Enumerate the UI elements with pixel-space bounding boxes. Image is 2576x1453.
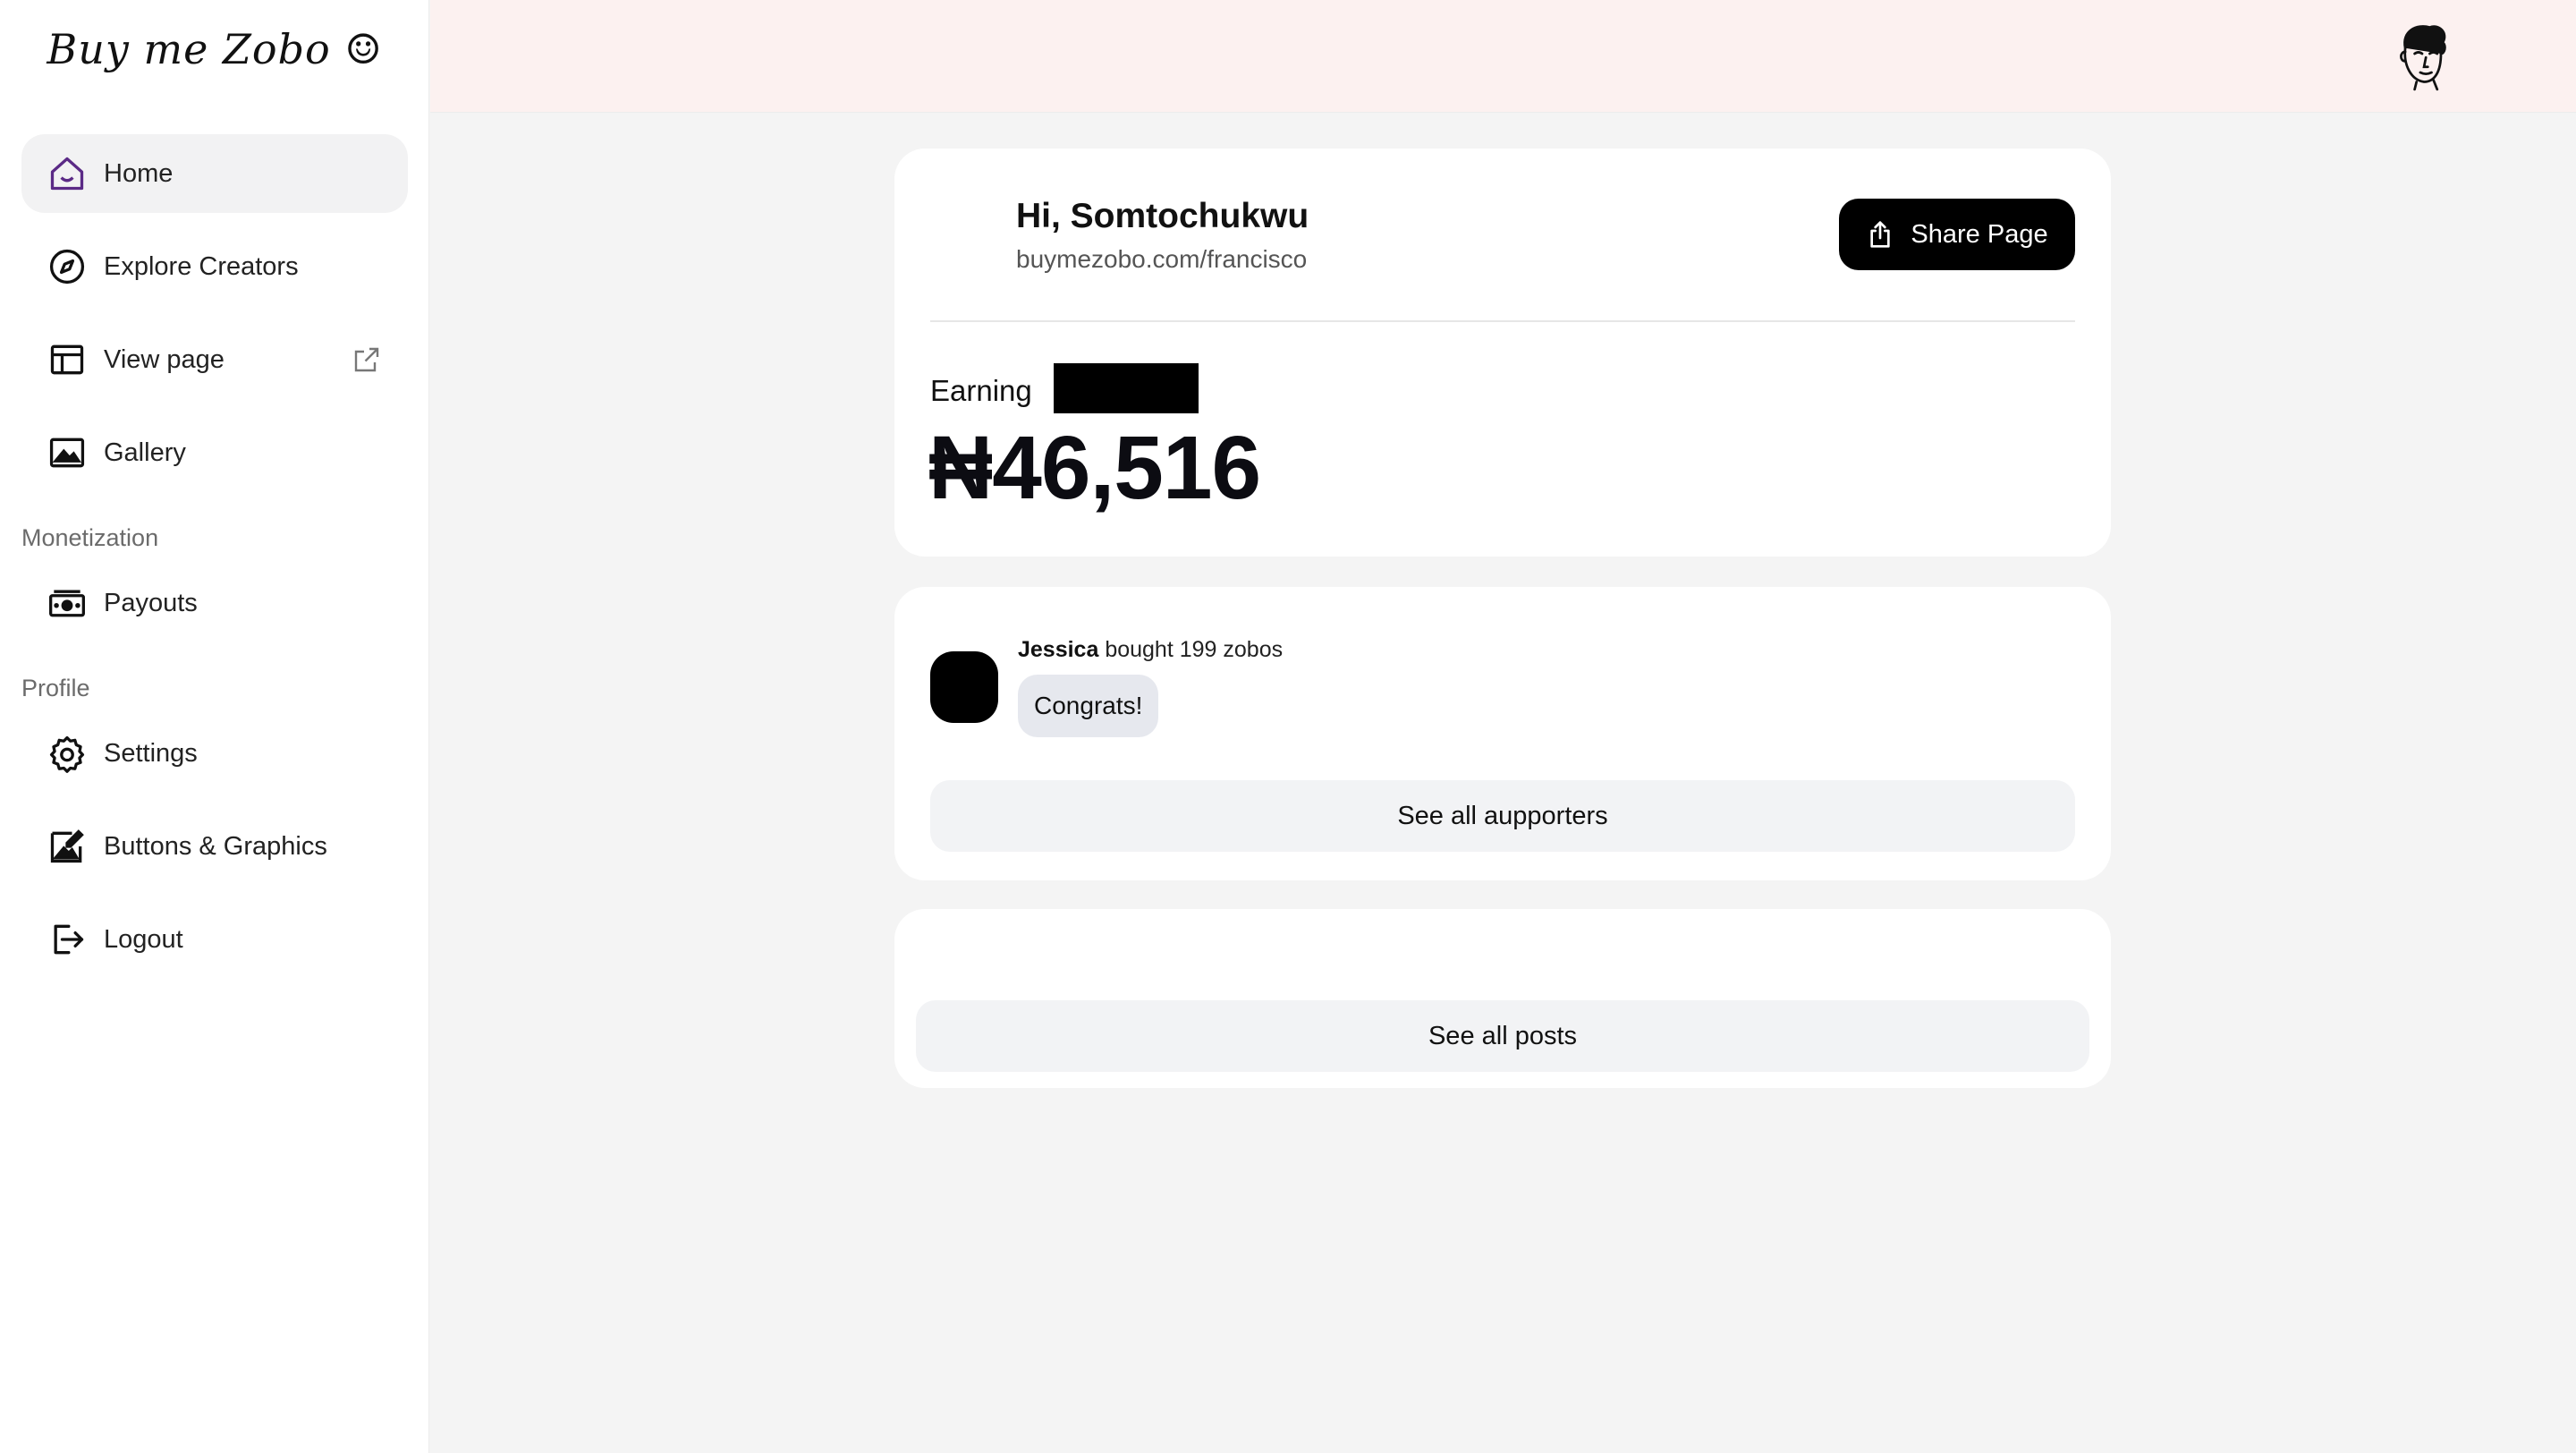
see-all-supporters-button[interactable]: See all aupporters (930, 780, 2075, 852)
supporter-activity: Jessica bought 199 zobos (1018, 637, 1283, 663)
posts-card: See all posts (894, 909, 2111, 1088)
earning-amount: ₦46,516 (928, 418, 1261, 518)
section-label-monetization: Monetization (21, 524, 159, 551)
summary-card: Hi, Somtochukwu buymezobo.com/francisco … (894, 149, 2111, 557)
gear-icon (47, 733, 88, 774)
supporters-card: Jessica bought 199 zobos Congrats! See a… (894, 587, 2111, 880)
share-page-button[interactable]: Share Page (1839, 199, 2075, 270)
share-page-label: Share Page (1911, 219, 2048, 249)
app-logo[interactable]: Buy me Zobo ☺ (0, 25, 429, 73)
sidebar-item-settings[interactable]: Settings (21, 714, 408, 793)
compass-icon (47, 246, 88, 287)
divider (930, 320, 2075, 322)
section-label-profile: Profile (21, 675, 90, 701)
sidebar-item-logout[interactable]: Logout (21, 900, 408, 979)
sidebar-item-label: View page (104, 344, 225, 374)
sidebar: Buy me Zobo ☺ Home Explore Creators View… (0, 0, 429, 1453)
sidebar-item-label: Buttons & Graphics (104, 831, 327, 861)
top-header (430, 0, 2576, 113)
layout-icon (47, 339, 88, 380)
sidebar-item-label: Gallery (104, 438, 186, 467)
money-icon (47, 582, 88, 624)
greeting-title: Hi, Somtochukwu (1016, 197, 1309, 235)
graphics-icon (47, 826, 88, 867)
see-all-posts-button[interactable]: See all posts (916, 1000, 2089, 1072)
sidebar-item-label: Explore Creators (104, 251, 299, 281)
home-icon (47, 153, 88, 194)
sidebar-item-label: Payouts (104, 588, 198, 617)
sidebar-item-label: Home (104, 158, 174, 188)
user-avatar-icon[interactable] (2385, 16, 2460, 91)
logout-icon (47, 919, 88, 960)
sidebar-item-gallery[interactable]: Gallery (21, 413, 408, 492)
earning-period-selector[interactable] (1054, 363, 1199, 413)
page-url: buymezobo.com/francisco (1016, 245, 1308, 273)
sidebar-item-payouts[interactable]: Payouts (21, 564, 408, 642)
sidebar-item-home[interactable]: Home (21, 134, 408, 213)
image-icon (47, 432, 88, 473)
sidebar-item-buttons-graphics[interactable]: Buttons & Graphics (21, 807, 408, 886)
external-link-icon[interactable] (351, 344, 383, 376)
sidebar-item-explore-creators[interactable]: Explore Creators (21, 227, 408, 306)
supporter-action: bought 199 zobos (1098, 637, 1284, 662)
supporter-message: Congrats! (1018, 675, 1159, 737)
sidebar-item-label: Settings (104, 738, 198, 768)
share-icon (1870, 221, 1891, 248)
supporter-avatar (930, 651, 998, 723)
app: Buy me Zobo ☺ Home Explore Creators View… (0, 0, 2576, 1453)
earning-label: Earning (930, 374, 1032, 407)
supporter-name: Jessica (1018, 637, 1099, 662)
sidebar-item-label: Logout (104, 924, 183, 954)
sidebar-item-view-page[interactable]: View page (21, 320, 408, 399)
